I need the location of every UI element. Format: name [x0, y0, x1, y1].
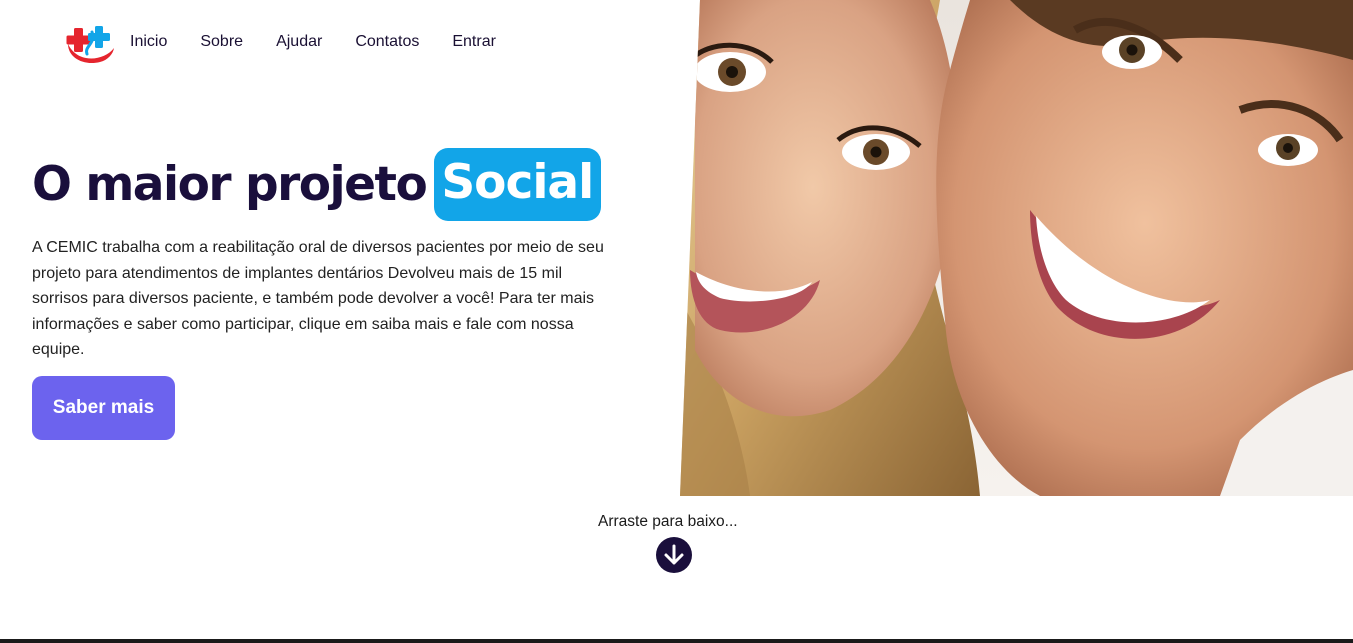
- hero-title-prefix: O maior projeto: [32, 157, 428, 212]
- saber-mais-button[interactable]: Saber mais: [32, 376, 175, 440]
- page: Inicio Sobre Ajudar Contatos Entrar O ma…: [0, 0, 1353, 643]
- scroll-hint-label: Arraste para baixo...: [598, 513, 738, 530]
- hero-description: A CEMIC trabalha com a reabilitação oral…: [32, 239, 604, 358]
- nav-link-sobre[interactable]: Sobre: [200, 33, 243, 51]
- smiling-couple-photo: [680, 0, 1353, 496]
- arrow-down-circle-icon[interactable]: [656, 537, 692, 573]
- hero-title-highlight: Social: [434, 148, 602, 221]
- nav-link-contatos[interactable]: Contatos: [355, 33, 419, 51]
- top-navigation: Inicio Sobre Ajudar Contatos Entrar: [62, 18, 529, 66]
- bottom-divider: [0, 639, 1353, 643]
- nav-link-inicio[interactable]: Inicio: [130, 33, 167, 51]
- hero-title: O maior projeto Social: [32, 148, 602, 221]
- nav-link-entrar[interactable]: Entrar: [452, 33, 496, 51]
- medical-cross-logo-icon[interactable]: [62, 18, 116, 66]
- nav-link-ajudar[interactable]: Ajudar: [276, 33, 322, 51]
- nav-links: Inicio Sobre Ajudar Contatos Entrar: [130, 33, 529, 51]
